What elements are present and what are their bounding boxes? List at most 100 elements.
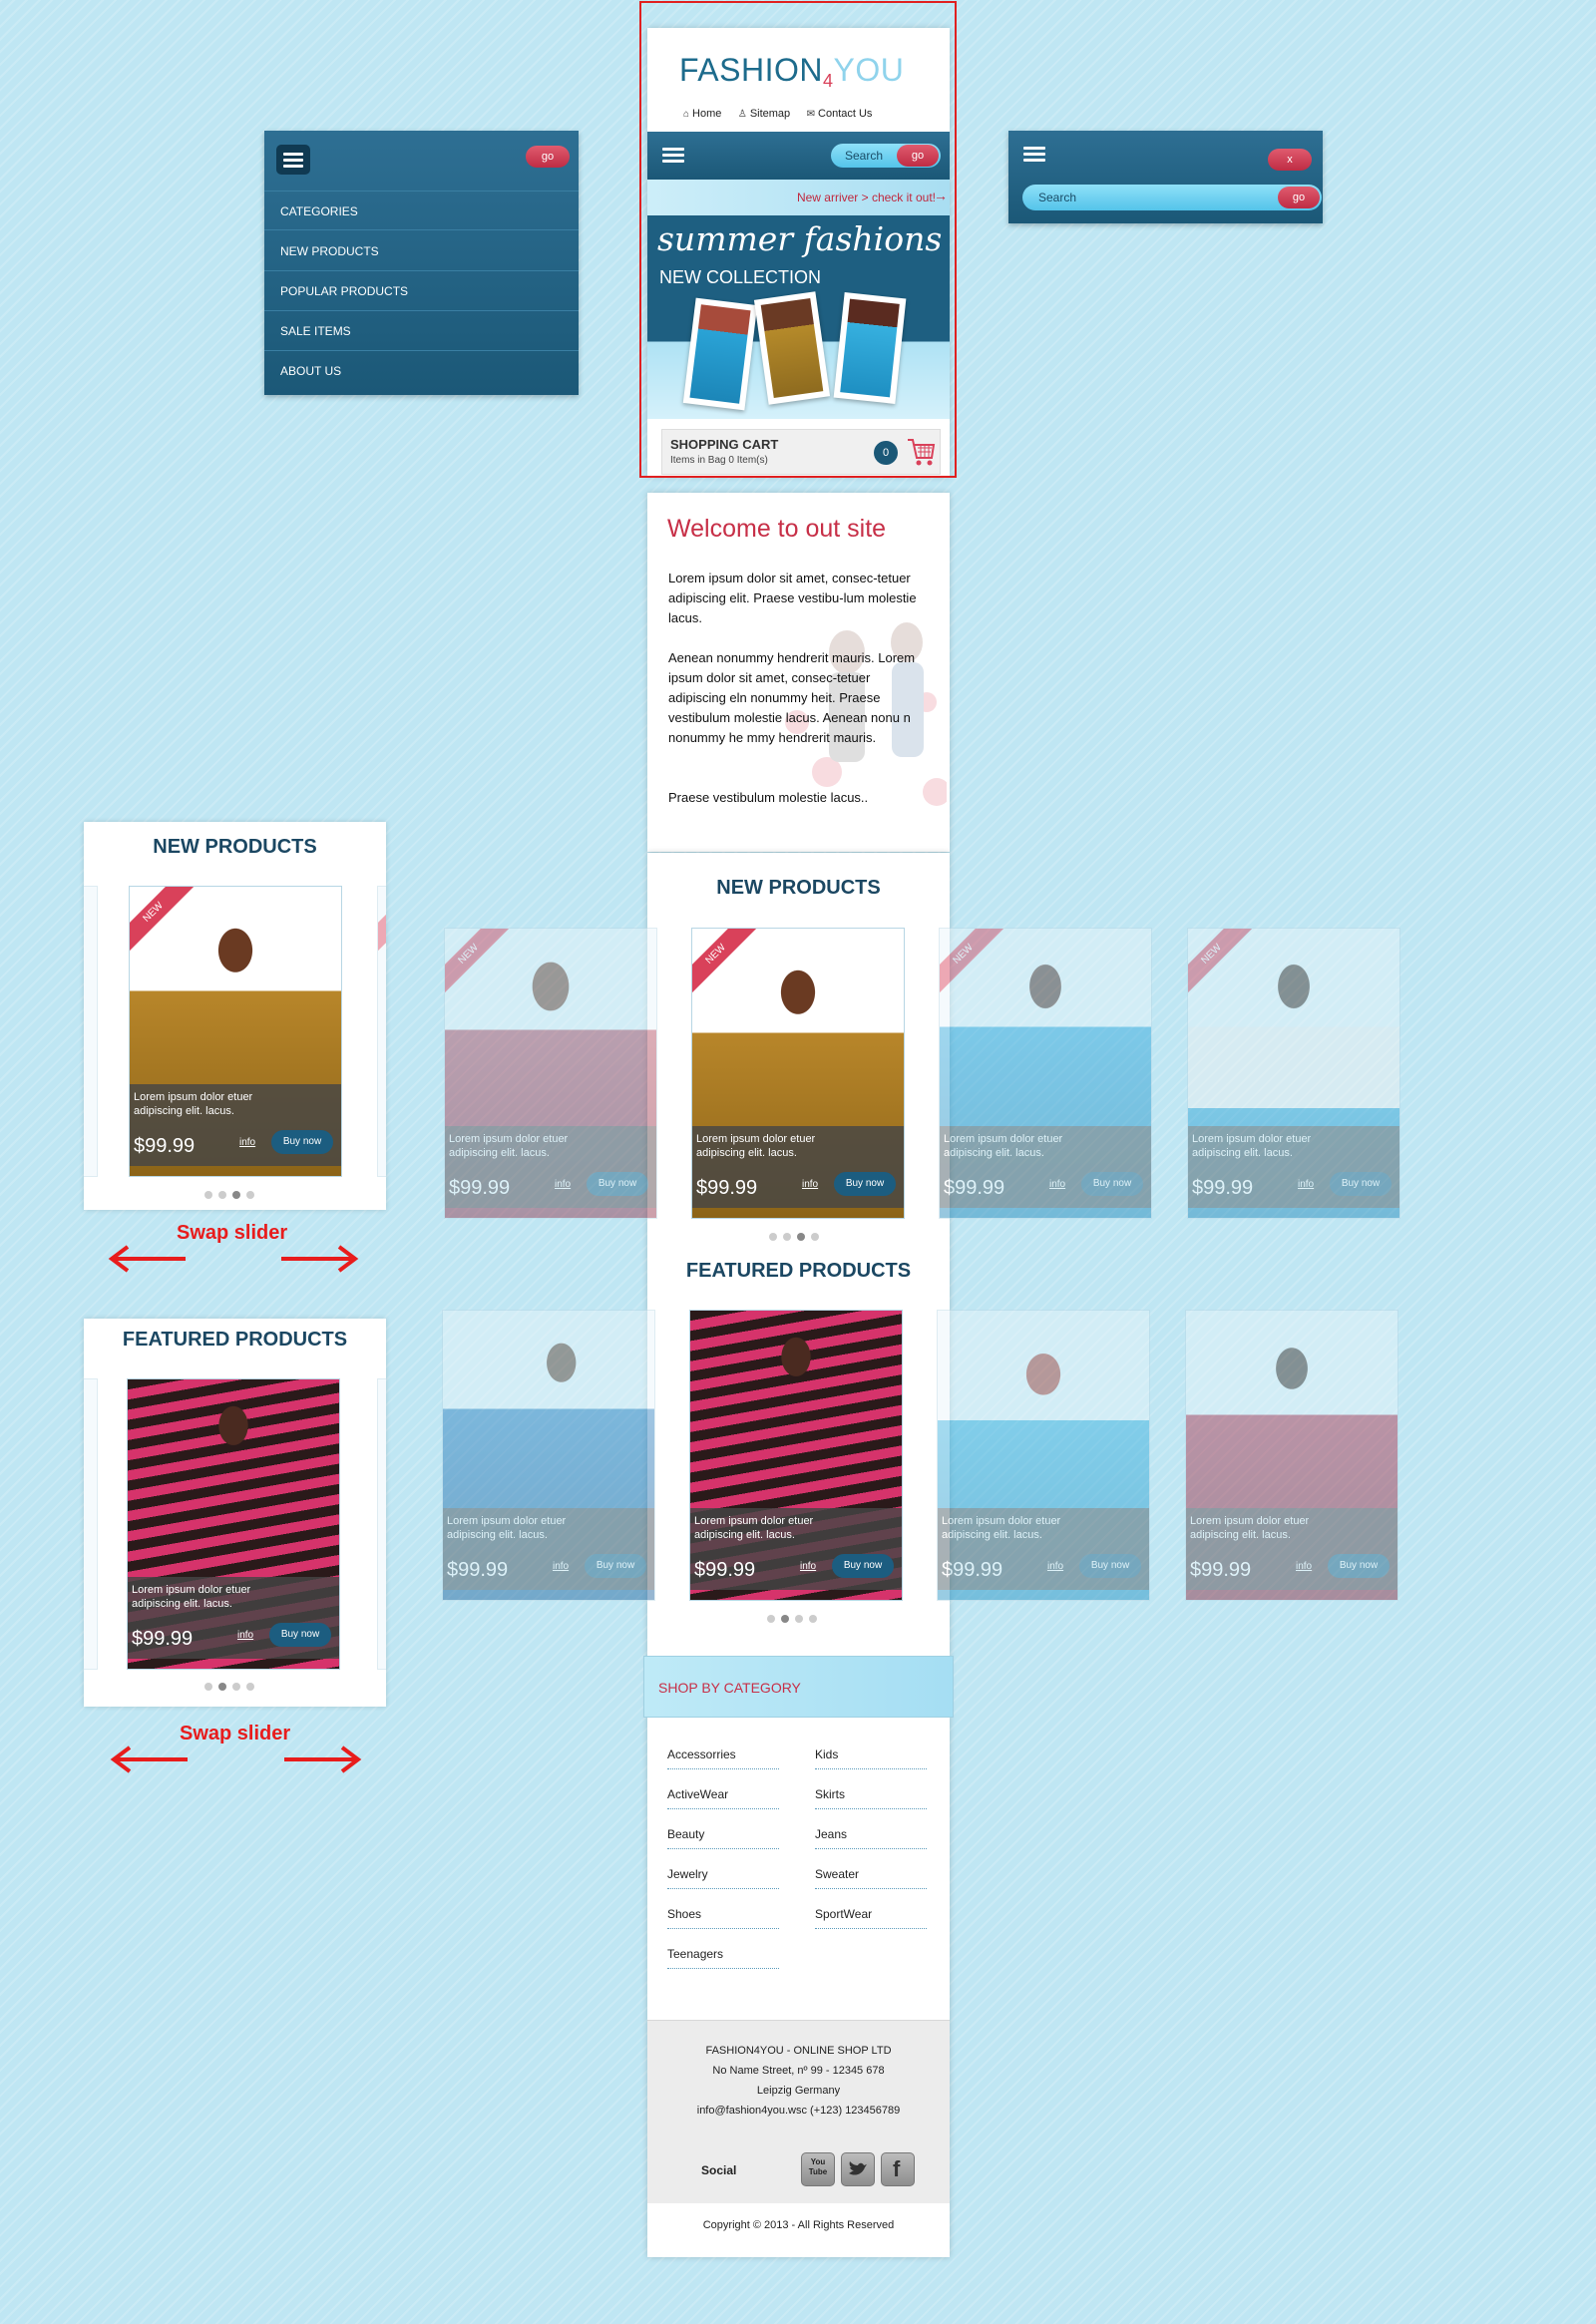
product-card[interactable]: Lorem ipsum dolor etuer adipiscing elit.… [127,1378,340,1670]
info-link[interactable]: info [237,1630,253,1641]
category-link-sweater[interactable]: Sweater [815,1867,927,1889]
menu-toggle-button[interactable] [276,145,310,175]
category-link-beauty[interactable]: Beauty [667,1827,779,1849]
pager-dot[interactable] [246,1683,254,1691]
buy-now-button[interactable]: Buy now [1330,1172,1392,1196]
product-overlay: Lorem ipsum dolor etuer adipiscing elit.… [445,1126,656,1208]
pager-dot[interactable] [811,1233,819,1241]
product-price: $99.99 [132,1628,194,1650]
search-go-button[interactable]: go [1278,187,1320,208]
category-link-skirts[interactable]: Skirts [815,1787,927,1809]
product-card-peek[interactable] [84,886,98,1177]
category-link-jewelry[interactable]: Jewelry [667,1867,779,1889]
buy-now-button[interactable]: Buy now [271,1130,333,1154]
product-card[interactable]: NEW Lorem ipsum dolor etuer adipiscing e… [1187,928,1400,1219]
pager-dot[interactable] [809,1615,817,1623]
menu-item-popular-products[interactable]: POPULAR PRODUCTS [264,271,579,311]
product-card[interactable]: Lorem ipsum dolor etuer adipiscing elit.… [689,1310,903,1601]
pager-dot[interactable] [767,1615,775,1623]
category-link-teenagers[interactable]: Teenagers [667,1947,779,1969]
buy-now-button[interactable]: Buy now [832,1554,894,1578]
buy-now-button[interactable]: Buy now [269,1623,331,1647]
category-link-sportwear[interactable]: SportWear [815,1907,927,1929]
product-overlay: Lorem ipsum dolor etuer adipiscing elit.… [692,1126,904,1208]
buy-now-button[interactable]: Buy now [1328,1554,1390,1578]
product-desc: Lorem ipsum dolor etuer adipiscing elit.… [1190,1515,1310,1541]
menu-icon[interactable] [1023,147,1045,163]
product-card[interactable]: Lorem ipsum dolor etuer adipiscing elit.… [1185,1310,1398,1601]
pager-dot[interactable] [204,1191,212,1199]
side-menu-panel: go CATEGORIES NEW PRODUCTS POPULAR PRODU… [264,131,579,395]
info-link[interactable]: info [1298,1179,1314,1190]
product-card-peek[interactable]: NEW [377,886,386,1177]
category-link-accessorries[interactable]: Accessorries [667,1747,779,1769]
category-link-shoes[interactable]: Shoes [667,1907,779,1929]
product-card-peek[interactable] [377,1378,386,1670]
product-card[interactable]: NEW Lorem ipsum dolor etuer adipiscing e… [939,928,1152,1219]
welcome-section: Welcome to out site Lorem ipsum dolor si… [647,493,950,852]
pager-dot[interactable] [783,1233,791,1241]
twitter-icon[interactable] [841,2152,875,2186]
pager-dot-active[interactable] [781,1615,789,1623]
pager-dot[interactable] [246,1191,254,1199]
pager-dot-active[interactable] [797,1233,805,1241]
product-card[interactable]: NEW Lorem ipsum dolor etuer adipiscing e… [691,928,905,1219]
category-link-activewear[interactable]: ActiveWear [667,1787,779,1809]
category-link-jeans[interactable]: Jeans [815,1827,927,1849]
info-link[interactable]: info [1049,1179,1065,1190]
new-products-pager[interactable] [766,1233,822,1241]
buy-now-button[interactable]: Buy now [585,1554,646,1578]
close-search-button[interactable]: x [1268,149,1312,171]
menu-go-button[interactable]: go [526,146,570,168]
menu-item-new-products[interactable]: NEW PRODUCTS [264,231,579,271]
info-link[interactable]: info [239,1137,255,1148]
mobile-featured-products-pager[interactable] [201,1683,257,1691]
menu-item-sale-items[interactable]: SALE ITEMS [264,311,579,351]
product-card[interactable]: NEW Lorem ipsum dolor etuer adipiscing e… [444,928,657,1219]
product-card[interactable]: NEW Lorem ipsum dolor etuer adipiscing e… [129,886,342,1177]
info-link[interactable]: info [802,1179,818,1190]
product-card[interactable]: Lorem ipsum dolor etuer adipiscing elit.… [937,1310,1150,1601]
youtube-icon[interactable]: You Tube [801,2152,835,2186]
info-link[interactable]: info [1296,1561,1312,1572]
pager-dot[interactable] [204,1683,212,1691]
buy-now-button[interactable]: Buy now [1079,1554,1141,1578]
pager-dot[interactable] [218,1191,226,1199]
buy-now-button[interactable]: Buy now [587,1172,648,1196]
mobile-new-products-pager[interactable] [201,1191,257,1199]
footer-contact[interactable]: info@fashion4you.wsc (+123) 123456789 [647,2101,950,2121]
arrow-left-icon [110,1745,190,1773]
search-input[interactable]: Search go [1022,185,1322,210]
social-bar: Social You Tube f [697,2152,917,2188]
pager-dot[interactable] [769,1233,777,1241]
facebook-icon[interactable]: f [881,2152,915,2186]
info-link[interactable]: info [1047,1561,1063,1572]
shop-by-category-header[interactable]: SHOP BY CATEGORY [643,1656,954,1718]
featured-products-pager[interactable] [764,1615,820,1623]
header-highlight-frame [639,1,957,478]
new-ribbon: NEW [378,887,386,956]
pager-dot-active[interactable] [218,1683,226,1691]
product-overlay: Lorem ipsum dolor etuer adipiscing elit.… [128,1577,339,1659]
product-card[interactable]: Lorem ipsum dolor etuer adipiscing elit.… [442,1310,655,1601]
buy-now-button[interactable]: Buy now [1081,1172,1143,1196]
arrow-right-icon [279,1245,359,1273]
mobile-featured-products-slider: FEATURED PRODUCTS Lorem ipsum dolor etue… [84,1319,386,1707]
menu-item-categories[interactable]: CATEGORIES [264,191,579,230]
info-link[interactable]: info [553,1561,569,1572]
product-price: $99.99 [449,1177,511,1199]
buy-now-button[interactable]: Buy now [834,1172,896,1196]
pager-dot-active[interactable] [232,1191,240,1199]
arrow-right-icon [282,1745,362,1773]
product-price: $99.99 [447,1559,509,1581]
product-desc: Lorem ipsum dolor etuer adipiscing elit.… [134,1091,253,1117]
pager-dot[interactable] [795,1615,803,1623]
product-card-peek[interactable] [84,1378,98,1670]
mobile-featured-products-title: FEATURED PRODUCTS [122,1329,348,1351]
menu-item-about-us[interactable]: ABOUT US [264,351,579,391]
info-link[interactable]: info [800,1561,816,1572]
pager-dot[interactable] [232,1683,240,1691]
info-link[interactable]: info [555,1179,571,1190]
category-link-kids[interactable]: Kids [815,1747,927,1769]
product-overlay: Lorem ipsum dolor etuer adipiscing elit.… [690,1508,902,1590]
